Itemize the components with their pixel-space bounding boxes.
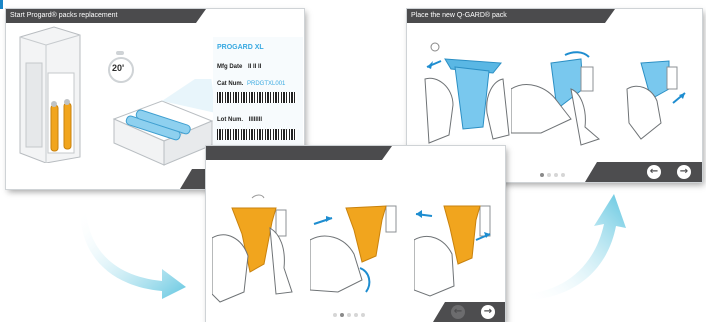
pager-dot[interactable] bbox=[354, 313, 358, 317]
pager-dot[interactable] bbox=[333, 313, 337, 317]
pager-dot[interactable] bbox=[540, 173, 544, 177]
stopwatch-knob bbox=[116, 51, 124, 55]
screen-remove-old-pack: ← → bbox=[206, 146, 505, 322]
cat-num-row: Cat Num. PRDGTXL001 bbox=[217, 81, 285, 87]
pager-dot[interactable] bbox=[547, 173, 551, 177]
screen-title: Place the new Q-GARD® pack bbox=[407, 9, 615, 23]
cat-num-value: PRDGTXL001 bbox=[247, 81, 286, 87]
screen-title: Start Progard® packs replacement bbox=[6, 9, 206, 23]
step-hands-pack-2 bbox=[511, 51, 600, 146]
bottom-bar: ← → bbox=[585, 162, 702, 182]
step-hands-orange-3 bbox=[414, 205, 491, 297]
arrow-right-icon[interactable]: → bbox=[677, 165, 691, 179]
pager-dot[interactable] bbox=[340, 313, 344, 317]
pager-dot[interactable] bbox=[561, 173, 565, 177]
mfg-date-value: II II II bbox=[248, 64, 262, 70]
lot-num-value: IIIIIIII bbox=[248, 117, 263, 123]
corner-accent bbox=[0, 0, 3, 9]
packs-box-illustration bbox=[112, 79, 216, 166]
pager-dot[interactable] bbox=[347, 313, 351, 317]
product-info-card: PROGARD XL Mfg Date II II II Cat Num. PR… bbox=[213, 37, 303, 159]
mfg-date-label: Mfg Date bbox=[217, 64, 243, 70]
step-hands-orange-1 bbox=[212, 194, 293, 303]
step-hands-pack-3 bbox=[626, 60, 686, 140]
step-hands-orange-2 bbox=[310, 205, 397, 293]
product-name: PROGARD XL bbox=[217, 44, 264, 51]
bottom-bar: ← → bbox=[433, 302, 505, 322]
flow-arrow-left bbox=[80, 211, 186, 299]
pager-dots bbox=[333, 313, 365, 317]
pager-dot[interactable] bbox=[361, 313, 365, 317]
pager-dot[interactable] bbox=[554, 173, 558, 177]
flow-arrow-right bbox=[524, 194, 626, 300]
step-hands-pack-1 bbox=[424, 42, 510, 144]
dispenser-illustration bbox=[19, 26, 81, 163]
arrow-right-icon[interactable]: → bbox=[481, 305, 495, 319]
arrow-left-icon[interactable]: ← bbox=[647, 165, 661, 179]
screen-title-tab bbox=[206, 146, 392, 160]
arrow-left-icon: ← bbox=[451, 305, 465, 319]
pager-dots bbox=[540, 173, 565, 177]
timer-value: 20' bbox=[112, 63, 125, 73]
cat-num-label: Cat Num. bbox=[217, 81, 244, 87]
lot-num-label: Lot Num. bbox=[217, 117, 243, 123]
cat-barcode bbox=[217, 92, 297, 103]
mfg-date-row: Mfg Date II II II bbox=[217, 64, 261, 70]
lot-barcode bbox=[217, 129, 297, 140]
lot-num-row: Lot Num. IIIIIIII bbox=[217, 117, 262, 123]
